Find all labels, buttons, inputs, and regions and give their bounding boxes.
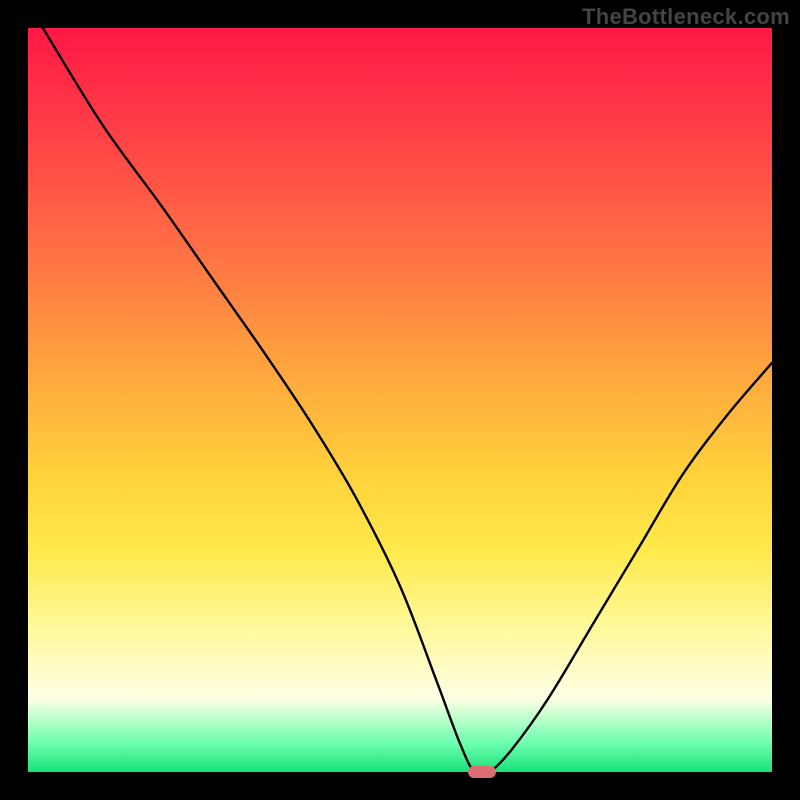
- chart-plot-area: [28, 28, 772, 772]
- watermark-text: TheBottleneck.com: [582, 4, 790, 30]
- chart-frame: TheBottleneck.com: [0, 0, 800, 800]
- bottleneck-curve: [28, 28, 772, 772]
- optimal-marker: [468, 766, 496, 778]
